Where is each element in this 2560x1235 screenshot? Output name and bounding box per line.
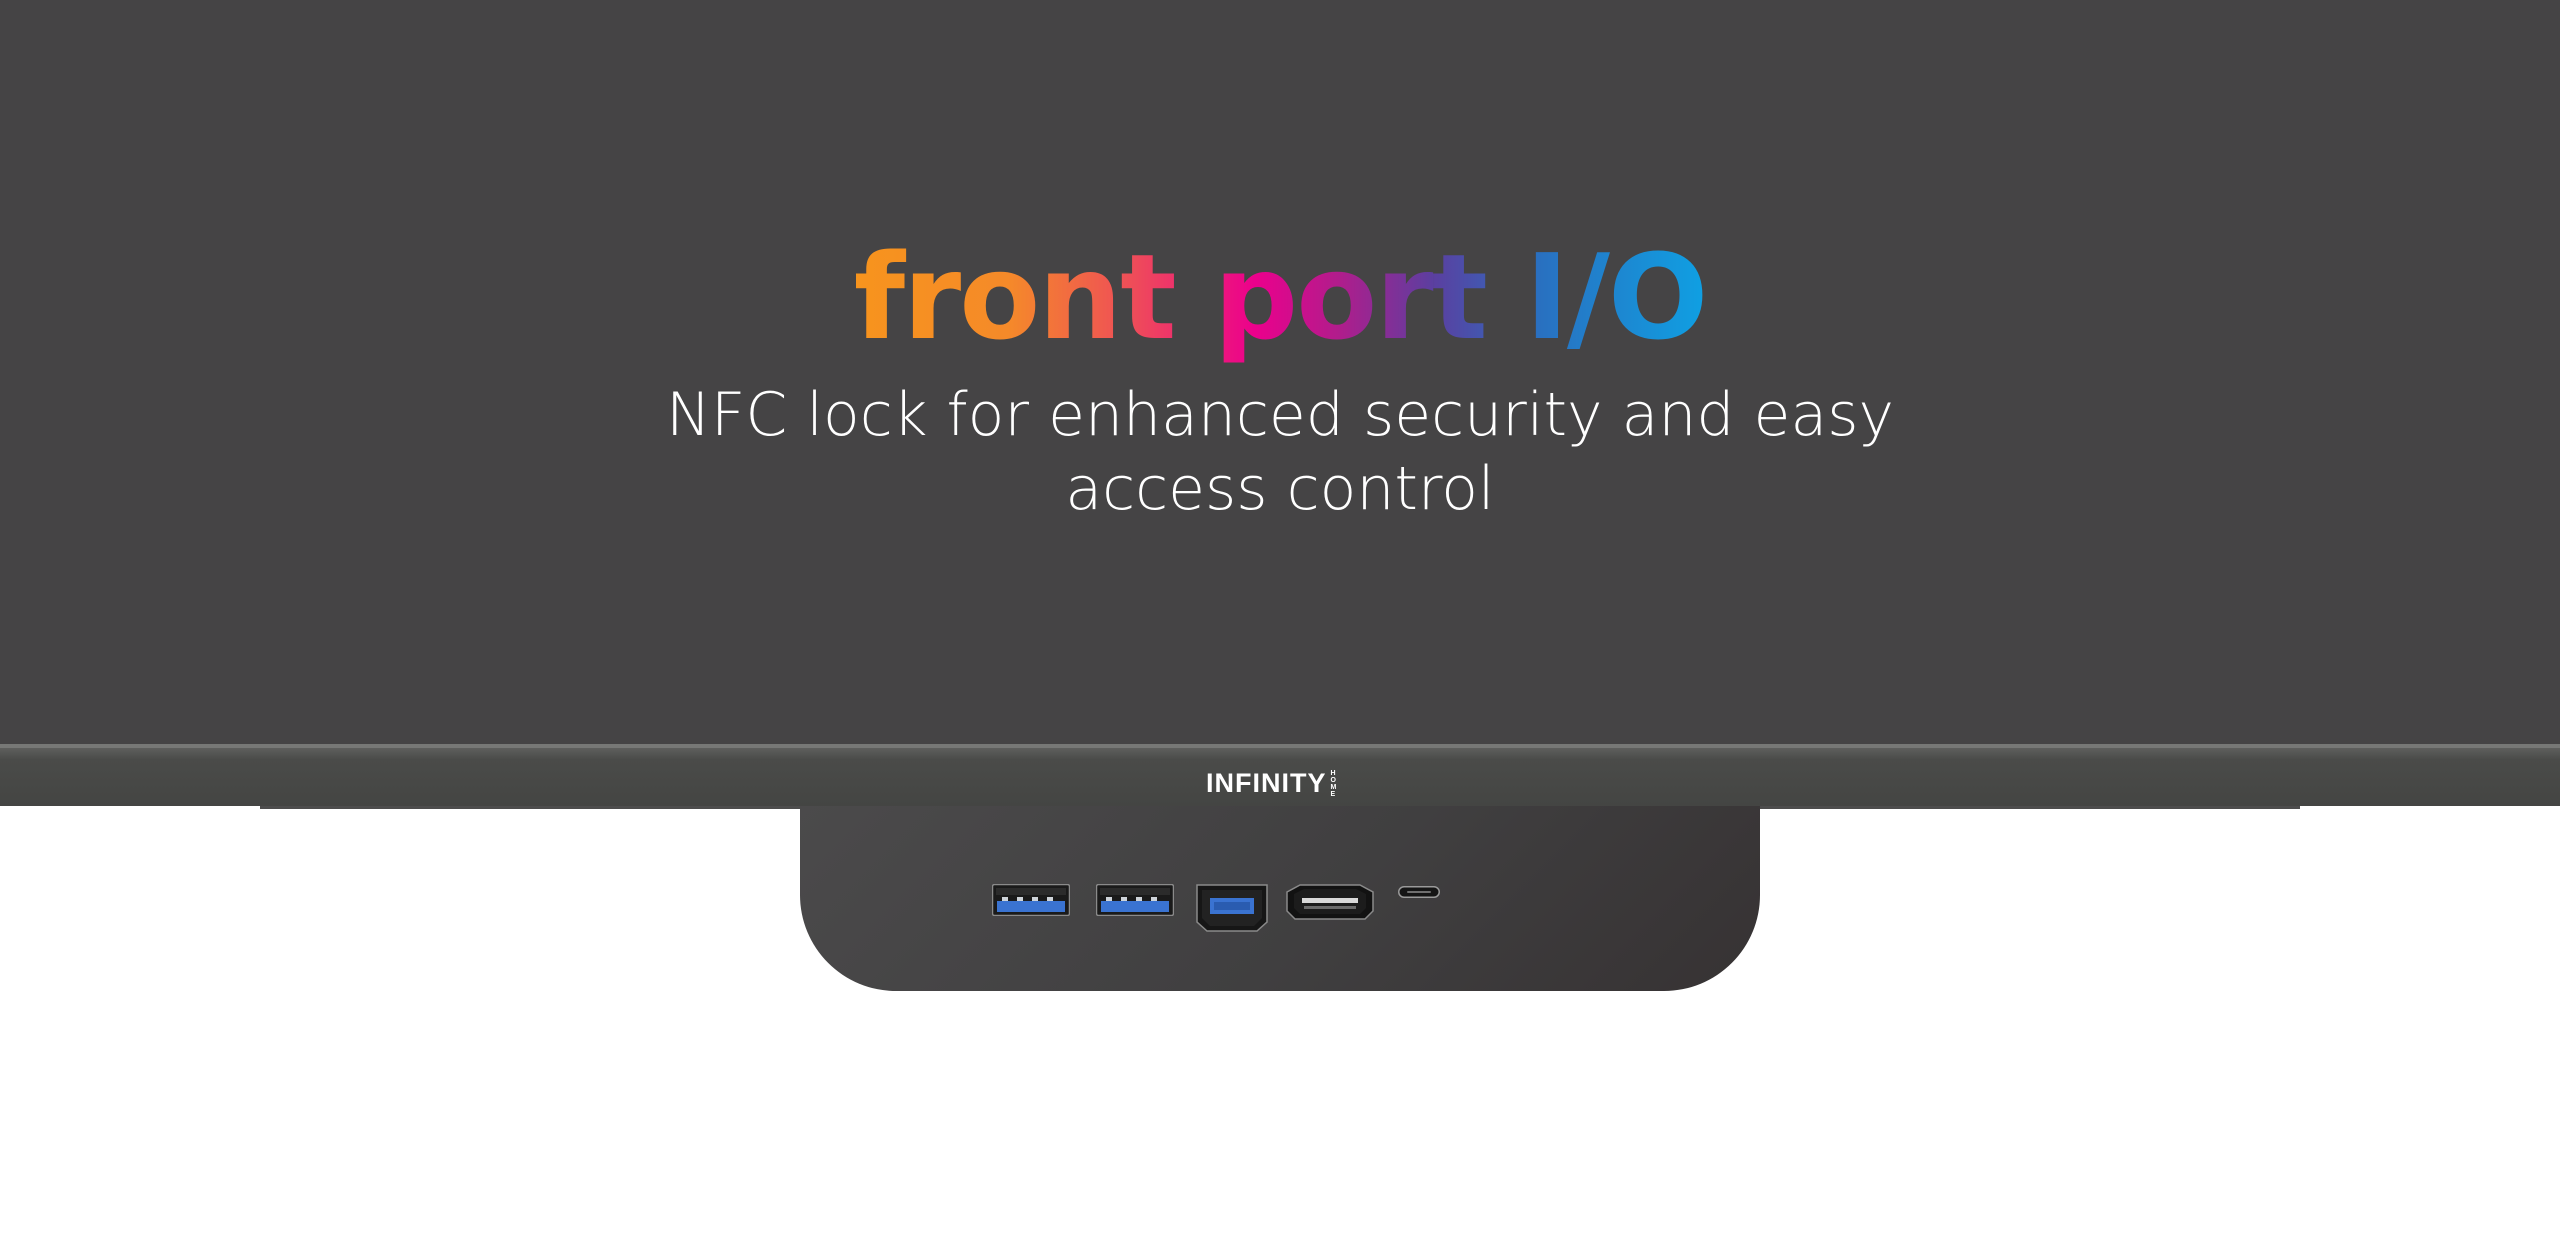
displayport-icon	[1196, 884, 1268, 932]
port-hub	[800, 806, 1760, 991]
displayport	[1196, 884, 1268, 932]
usb-c-port	[1398, 886, 1440, 898]
brand-logo: INFINITY HOME	[1206, 768, 1341, 799]
hero-title: front port I/O	[0, 222, 2560, 372]
hdmi-icon	[1286, 884, 1374, 920]
usb-c-icon	[1398, 886, 1440, 898]
hdmi-port	[1286, 884, 1374, 920]
hero-title-text: front port I/O	[853, 228, 1709, 366]
usb-a-icon	[992, 884, 1070, 916]
usb-a-port-1	[992, 884, 1070, 916]
hero-subtitle: NFC lock for enhanced security and easy …	[666, 380, 1894, 524]
brand-logo-suffix: HOME	[1330, 769, 1337, 798]
brand-logo-text: INFINITY	[1206, 768, 1327, 798]
monitor-screen: front port I/O NFC lock for enhanced sec…	[0, 0, 2560, 744]
usb-a-port-2	[1096, 884, 1174, 916]
product-showcase: front port I/O NFC lock for enhanced sec…	[0, 0, 2560, 1235]
usb-a-icon	[1096, 884, 1174, 916]
